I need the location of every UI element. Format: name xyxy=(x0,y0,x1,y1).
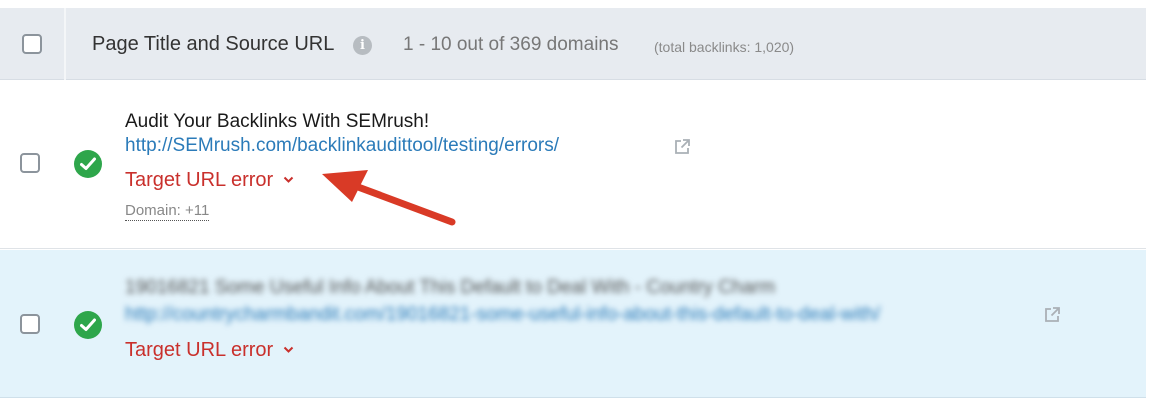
chevron-down-icon xyxy=(283,167,294,190)
table-row: 19016821 Some Useful Info About This Def… xyxy=(0,250,1146,398)
source-url-link[interactable]: http://countrycharmbandit.com/19016821-s… xyxy=(125,304,880,326)
total-backlinks: (total backlinks: 1,020) xyxy=(654,39,795,55)
target-url-error-label: Target URL error xyxy=(125,169,274,191)
annotation-arrow xyxy=(322,170,456,226)
external-link-icon[interactable] xyxy=(673,138,691,161)
target-url-error-label: Target URL error xyxy=(125,339,274,361)
page-title: 19016821 Some Useful Info About This Def… xyxy=(125,277,776,298)
row-checkbox[interactable] xyxy=(20,153,40,173)
page-title: Audit Your Backlinks With SEMrush! xyxy=(125,111,430,132)
column-header-title[interactable]: Page Title and Source URL xyxy=(92,33,334,56)
backlinks-table: Page Title and Source URL i 1 - 10 out o… xyxy=(0,0,1146,408)
table-row: Audit Your Backlinks With SEMrush! http:… xyxy=(0,81,1146,249)
info-icon[interactable]: i xyxy=(353,36,372,55)
select-all-cell xyxy=(0,8,66,80)
target-url-error-toggle[interactable]: Target URL error xyxy=(125,167,294,192)
domain-count-link[interactable]: Domain: +11 xyxy=(125,202,210,221)
select-all-checkbox[interactable] xyxy=(22,34,42,54)
chevron-down-icon xyxy=(283,337,294,360)
external-link-icon[interactable] xyxy=(1043,306,1061,329)
target-url-error-toggle[interactable]: Target URL error xyxy=(125,337,294,362)
results-count: 1 - 10 out of 369 domains xyxy=(403,34,619,55)
source-url-link[interactable]: http://SEMrush.com/backlinkaudittool/tes… xyxy=(125,135,559,157)
row-checkbox[interactable] xyxy=(20,314,40,334)
table-header: Page Title and Source URL i 1 - 10 out o… xyxy=(0,8,1146,80)
check-circle-icon xyxy=(74,311,102,339)
check-circle-icon xyxy=(74,150,102,178)
